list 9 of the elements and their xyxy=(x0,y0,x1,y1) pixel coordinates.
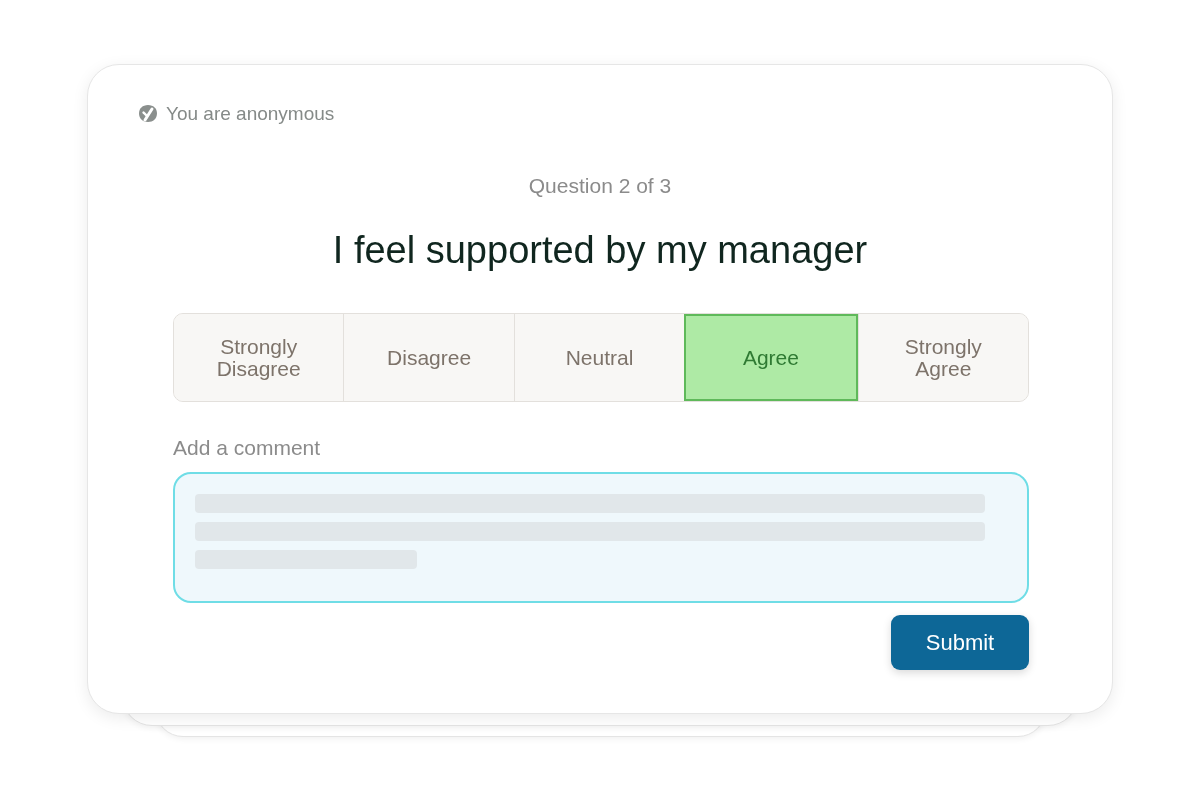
question-title: I feel supported by my manager xyxy=(332,228,868,273)
question-counter: Question 2 of 3 xyxy=(528,173,672,199)
anonymous-label: You are anonymous xyxy=(166,103,335,125)
answer-option[interactable]: Strongly Agree xyxy=(857,314,1028,401)
submit-button[interactable]: Submit xyxy=(891,615,1029,670)
comment-label: Add a comment xyxy=(173,435,321,461)
answer-option[interactable]: Agree xyxy=(684,314,858,401)
check-circle-icon xyxy=(137,103,159,125)
comment-field[interactable] xyxy=(173,472,1029,603)
